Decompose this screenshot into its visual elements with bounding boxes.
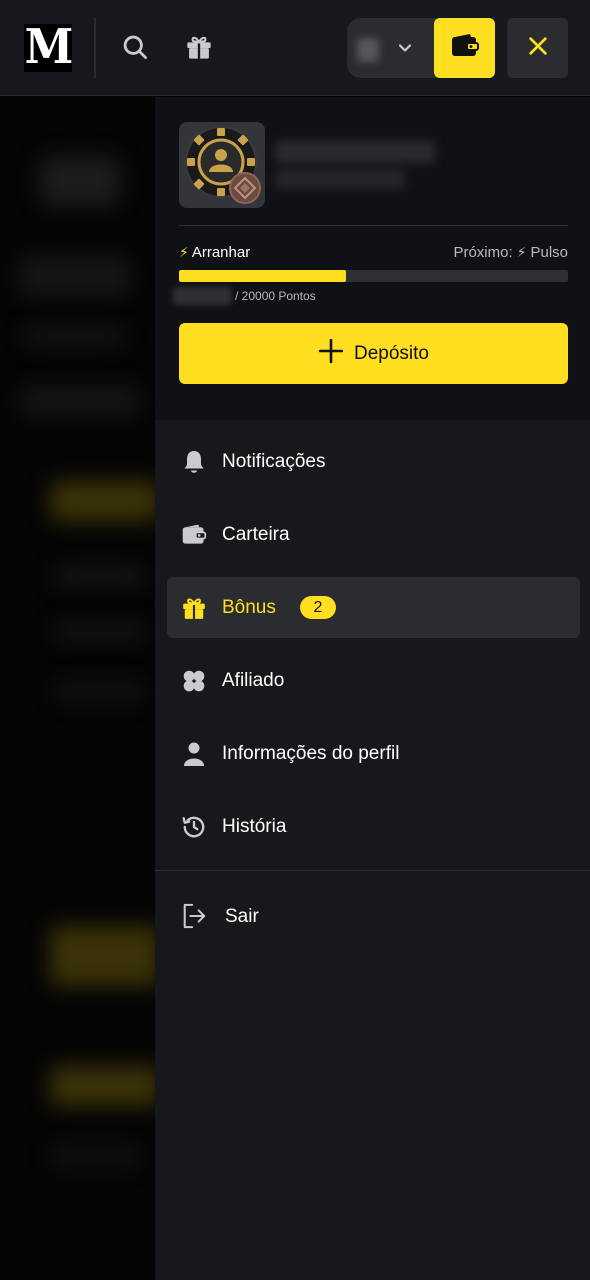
chevron-down-icon — [395, 38, 415, 63]
logout-icon — [181, 903, 207, 929]
close-icon — [527, 35, 549, 62]
lightning-icon: ⚡ — [516, 244, 527, 260]
next-level-label: Pulso — [530, 244, 568, 261]
level-progress-bar — [179, 270, 568, 282]
user-id-hidden — [275, 169, 405, 189]
logo-text: M — [24, 19, 74, 76]
menu-label: História — [222, 815, 287, 837]
close-menu-button[interactable] — [507, 18, 568, 78]
lightning-icon: ⚡ — [179, 244, 189, 260]
profile-divider — [179, 225, 568, 226]
points-value-hidden — [173, 287, 231, 305]
menu-item-notifications[interactable]: Notificações — [167, 431, 580, 492]
menu-item-bonus[interactable]: Bônus 2 — [167, 577, 580, 638]
profile-card: ⚡ Arranhar Próximo: ⚡ Pulso / 20000 Pont… — [155, 97, 590, 420]
user-icon — [181, 741, 207, 767]
history-icon — [181, 814, 207, 840]
menu-item-wallet[interactable]: Carteira — [167, 504, 580, 565]
menu-label: Notificações — [222, 450, 326, 472]
menu-divider — [155, 870, 590, 871]
points-suffix: / 20000 Pontos — [235, 289, 316, 303]
menu-item-affiliate[interactable]: Afiliado — [167, 650, 580, 711]
account-drawer: ⚡ Arranhar Próximo: ⚡ Pulso / 20000 Pont… — [155, 97, 590, 1280]
balance-selector[interactable] — [347, 18, 437, 78]
wallet-button[interactable] — [434, 18, 495, 78]
deposit-label: Depósito — [354, 342, 429, 364]
logout-label: Sair — [225, 906, 259, 927]
plus-icon — [318, 338, 344, 370]
menu-item-history[interactable]: História — [167, 796, 580, 857]
level-progress-fill — [179, 270, 347, 282]
deposit-button[interactable]: Depósito — [179, 323, 568, 384]
avatar[interactable] — [179, 122, 265, 208]
background-page — [0, 96, 155, 1280]
logout-button[interactable]: Sair — [167, 887, 580, 948]
menu-label: Carteira — [222, 523, 290, 545]
username-hidden — [275, 141, 435, 163]
bonus-count-badge: 2 — [300, 596, 336, 619]
points-row: / 20000 Pontos — [173, 287, 316, 305]
search-icon[interactable] — [120, 30, 150, 64]
menu-label: Informações do perfil — [222, 742, 400, 764]
current-level: ⚡ Arranhar — [179, 244, 250, 261]
site-logo[interactable]: M — [24, 19, 74, 76]
header-divider — [94, 18, 96, 78]
top-header: M — [0, 0, 590, 96]
clover-icon — [181, 668, 207, 694]
current-level-label: Arranhar — [191, 244, 251, 261]
menu-label: Afiliado — [222, 669, 285, 691]
gift-icon[interactable] — [184, 30, 214, 64]
menu-item-profile-info[interactable]: Informações do perfil — [167, 723, 580, 784]
wallet-icon — [181, 522, 207, 548]
gift-icon — [181, 595, 207, 621]
next-level-prefix: Próximo: — [453, 244, 513, 261]
next-level: Próximo: ⚡ Pulso — [453, 244, 568, 261]
wallet-icon — [450, 32, 480, 65]
bell-icon — [181, 449, 207, 475]
balance-amount-hidden — [357, 38, 379, 62]
menu-label: Bônus — [222, 596, 276, 618]
level-row: ⚡ Arranhar Próximo: ⚡ Pulso — [179, 244, 568, 264]
